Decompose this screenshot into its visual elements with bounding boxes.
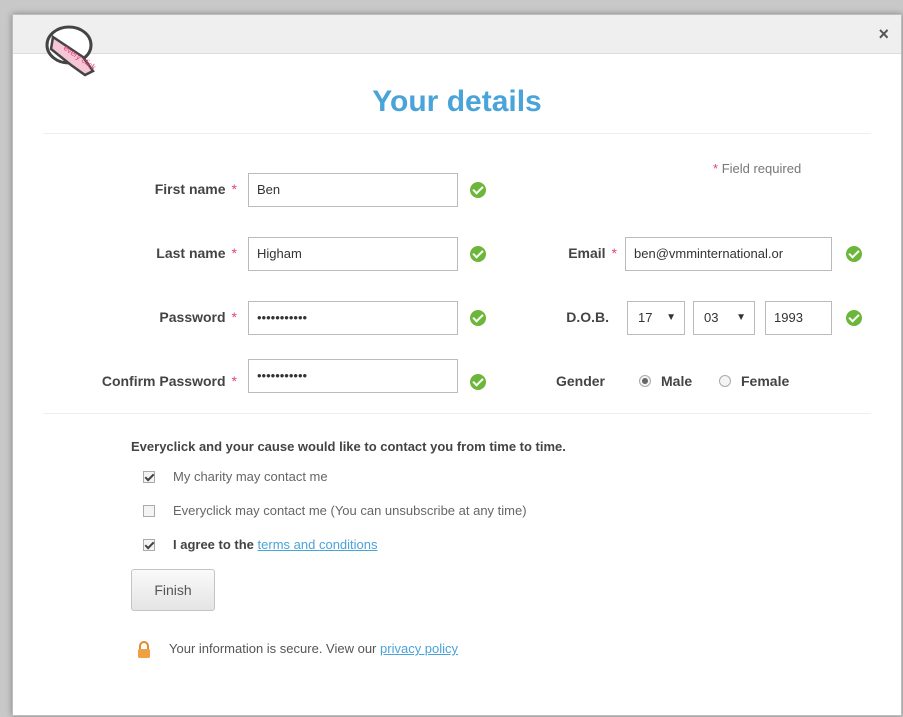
last-name-label: Last name * — [33, 245, 237, 261]
charity-contact-checkbox[interactable] — [143, 471, 155, 483]
valid-check-icon — [470, 374, 486, 390]
required-star: * — [231, 181, 237, 197]
required-star: * — [231, 373, 237, 389]
required-note: * Field required — [713, 161, 801, 176]
valid-check-icon — [846, 246, 862, 262]
details-dialog: × every click Your details * Field requi… — [12, 14, 902, 716]
valid-check-icon — [846, 310, 862, 326]
charity-contact-label[interactable]: My charity may contact me — [173, 469, 328, 484]
secure-note: Your information is secure. View our pri… — [169, 641, 458, 656]
gender-male-label[interactable]: Male — [661, 373, 692, 389]
dob-year-input[interactable]: 1993 — [765, 301, 832, 335]
terms-label: I agree to the terms and conditions — [173, 537, 378, 552]
gender-male-radio[interactable] — [639, 375, 651, 387]
gender-label: Gender — [555, 373, 605, 389]
first-name-label: First name * — [33, 181, 237, 197]
first-name-input[interactable]: Ben — [248, 173, 458, 207]
terms-checkbox[interactable] — [143, 539, 155, 551]
dialog-title: Your details — [372, 85, 542, 118]
contact-heading: Everyclick and your cause would like to … — [131, 439, 566, 454]
dob-day-select[interactable]: 17 ▼ — [627, 301, 685, 335]
password-input[interactable]: ••••••••••• — [248, 301, 458, 335]
dob-day-value: 17 — [638, 310, 653, 325]
lock-icon — [138, 641, 150, 658]
password-label: Password * — [33, 309, 237, 325]
everyclick-contact-label[interactable]: Everyclick may contact me (You can unsub… — [173, 503, 527, 518]
required-star: * — [713, 161, 719, 176]
dob-month-select[interactable]: 03 ▼ — [693, 301, 755, 335]
confirm-password-label: Confirm Password * — [33, 373, 237, 389]
valid-check-icon — [470, 246, 486, 262]
privacy-policy-link[interactable]: privacy policy — [380, 641, 458, 656]
confirm-password-label-text: Confirm Password — [101, 373, 226, 389]
dialog-titlebar: × — [13, 15, 901, 54]
finish-button[interactable]: Finish — [131, 569, 215, 611]
secure-text: Your information is secure. View our — [169, 641, 377, 656]
last-name-label-text: Last name — [156, 245, 226, 261]
gender-female-radio[interactable] — [719, 375, 731, 387]
valid-check-icon — [470, 310, 486, 326]
terms-link[interactable]: terms and conditions — [258, 537, 378, 552]
dob-label: D.O.B. — [566, 309, 609, 325]
email-label-text: Email — [568, 245, 606, 261]
required-star: * — [231, 309, 237, 325]
confirm-password-input[interactable]: ••••••••••• — [248, 359, 458, 393]
required-star: * — [611, 245, 617, 261]
close-button[interactable]: × — [878, 25, 889, 43]
email-label: Email * — [513, 245, 617, 261]
first-name-label-text: First name — [154, 181, 226, 197]
everyclick-contact-checkbox[interactable] — [143, 505, 155, 517]
valid-check-icon — [470, 182, 486, 198]
everyclick-hand-logo: every click — [45, 25, 98, 77]
title-divider — [43, 133, 871, 134]
gender-female-label[interactable]: Female — [741, 373, 789, 389]
email-input[interactable]: ben@vmminternational.or — [625, 237, 832, 271]
required-star: * — [231, 245, 237, 261]
caret-down-icon: ▼ — [736, 312, 746, 323]
form-divider — [43, 413, 871, 414]
dob-month-value: 03 — [704, 310, 719, 325]
password-label-text: Password — [159, 309, 226, 325]
last-name-input[interactable]: Higham — [248, 237, 458, 271]
caret-down-icon: ▼ — [666, 312, 676, 323]
required-note-text: Field required — [721, 161, 802, 176]
terms-label-text: I agree to the — [173, 537, 254, 552]
